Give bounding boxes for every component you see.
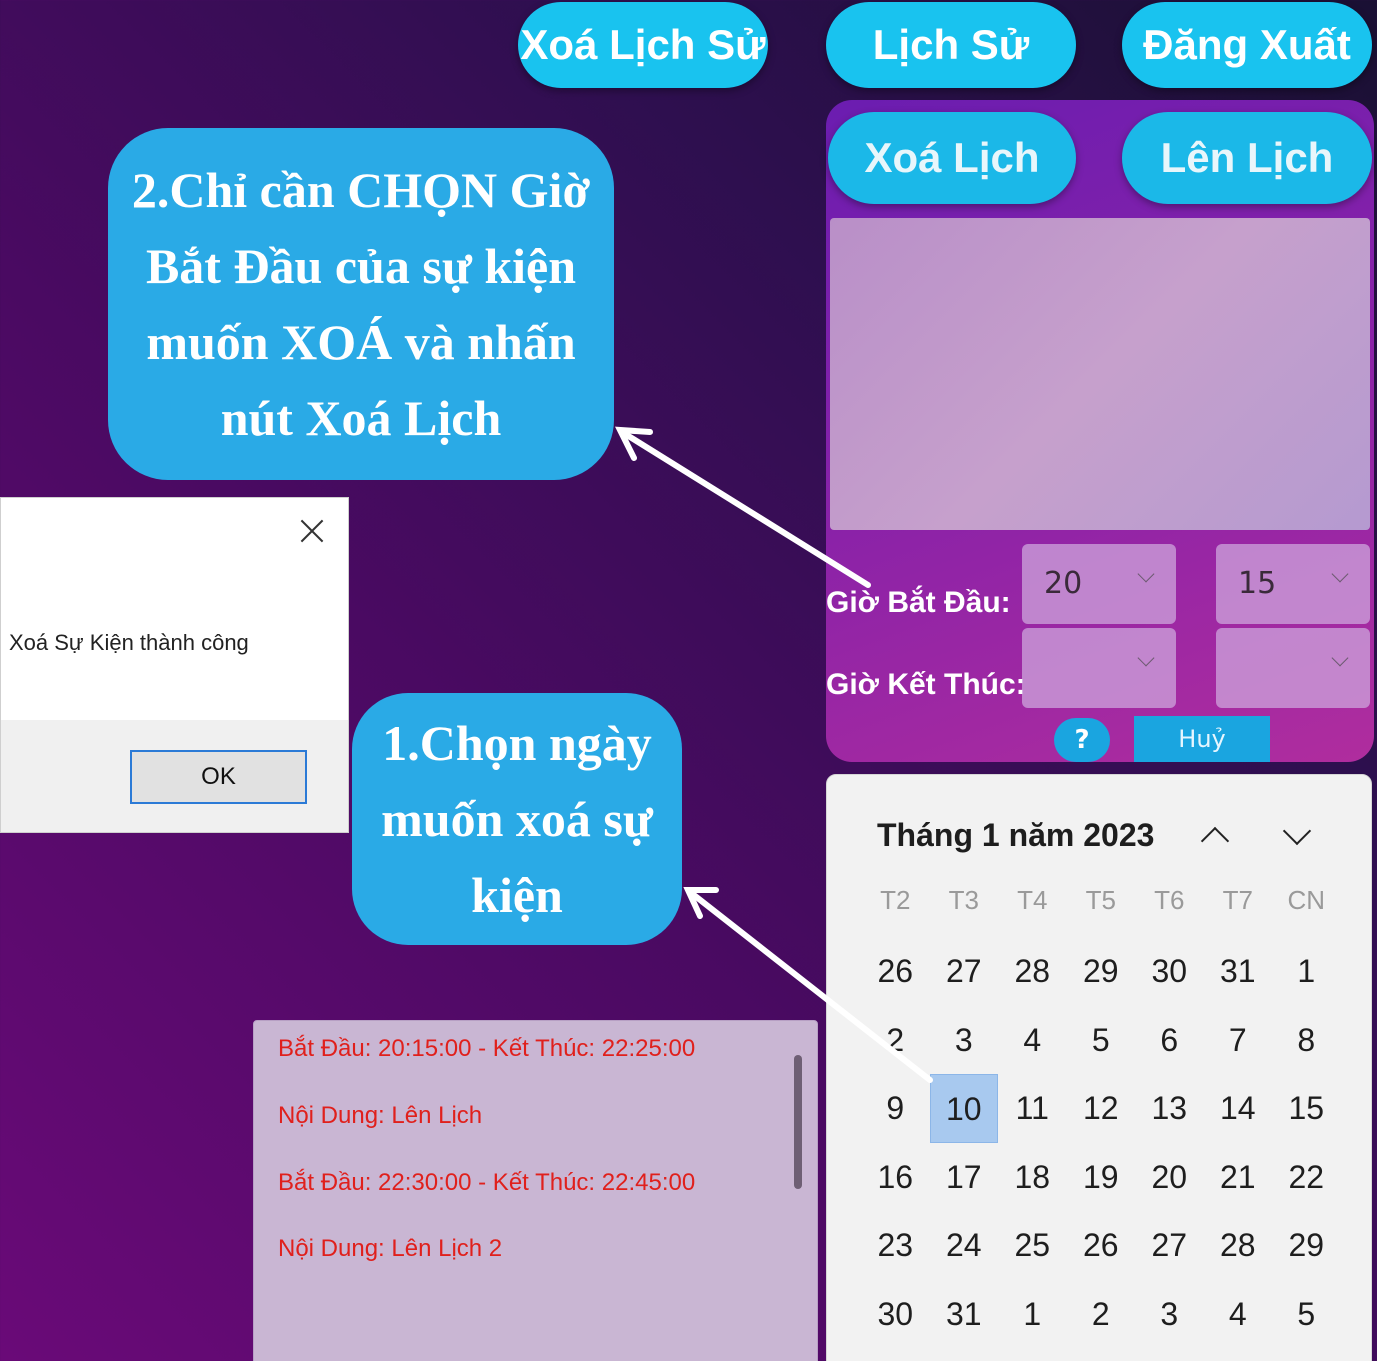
arrow-to-step-2 xyxy=(619,429,871,588)
arrow-to-step-1 xyxy=(687,889,933,1083)
annotation-arrows xyxy=(614,426,933,1083)
